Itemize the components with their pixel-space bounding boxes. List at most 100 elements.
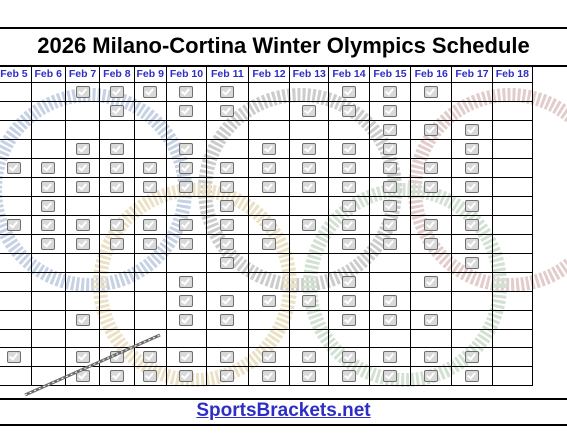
checked-checkbox-icon: [179, 294, 194, 307]
schedule-cell: [133, 215, 167, 235]
schedule-cell: [64, 253, 101, 273]
schedule-cell: [410, 177, 453, 197]
checked-checkbox-icon: [382, 369, 397, 382]
schedule-cell: [491, 215, 534, 235]
checked-checkbox-icon: [382, 142, 397, 155]
schedule-cell: [247, 366, 291, 386]
schedule-cell: [99, 215, 135, 235]
checked-checkbox-icon: [382, 180, 397, 193]
schedule-cell: [247, 82, 291, 102]
event-row: [0, 234, 534, 254]
checked-checkbox-icon: [424, 237, 439, 250]
schedule-cell: [0, 120, 32, 140]
checked-checkbox-icon: [143, 218, 158, 231]
checked-checkbox-icon: [179, 85, 194, 98]
schedule-sheet: 2026 Milano-Cortina Winter Olympics Sche…: [0, 0, 567, 436]
schedule-cell: [328, 272, 370, 292]
checked-checkbox-icon: [341, 85, 356, 98]
checked-checkbox-icon: [262, 161, 276, 174]
event-row: [0, 158, 534, 178]
checked-checkbox-icon: [109, 237, 124, 250]
checked-checkbox-icon: [75, 161, 90, 174]
schedule-cell: [289, 120, 330, 140]
schedule-cell: [451, 366, 493, 386]
checked-checkbox-icon: [41, 199, 56, 212]
checked-checkbox-icon: [382, 123, 397, 136]
schedule-cell: [451, 120, 493, 140]
checked-checkbox-icon: [41, 237, 56, 250]
schedule-cell: [64, 272, 101, 292]
schedule-cell: [30, 329, 66, 348]
schedule-cell: [451, 347, 493, 367]
schedule-cell: [64, 158, 101, 178]
schedule-cell: [99, 329, 135, 348]
schedule-cell: [133, 310, 167, 330]
checked-checkbox-icon: [75, 350, 90, 363]
checked-checkbox-icon: [109, 180, 124, 193]
schedule-cell: [368, 82, 412, 102]
date-header: Feb 6: [30, 65, 66, 83]
checked-checkbox-icon: [465, 256, 480, 269]
checked-checkbox-icon: [179, 161, 194, 174]
checked-checkbox-icon: [262, 142, 276, 155]
schedule-cell: [491, 196, 534, 216]
schedule-cell: [451, 158, 493, 178]
checked-checkbox-icon: [424, 85, 439, 98]
checked-checkbox-icon: [465, 142, 480, 155]
checked-checkbox-icon: [424, 350, 439, 363]
schedule-cell: [64, 215, 101, 235]
schedule-cell: [410, 272, 453, 292]
schedule-cell: [247, 234, 291, 254]
schedule-cell: [206, 120, 249, 140]
schedule-cell: [410, 253, 453, 273]
schedule-cell: [206, 101, 249, 121]
schedule-cell: [64, 139, 101, 159]
schedule-cell: [410, 310, 453, 330]
schedule-cell: [368, 101, 412, 121]
event-row: [0, 272, 534, 292]
schedule-cell: [206, 177, 249, 197]
checked-checkbox-icon: [424, 218, 439, 231]
schedule-cell: [451, 215, 493, 235]
checked-checkbox-icon: [262, 369, 276, 382]
schedule-cell: [247, 291, 291, 311]
checked-checkbox-icon: [41, 180, 56, 193]
checked-checkbox-icon: [465, 218, 480, 231]
schedule-cell: [165, 158, 208, 178]
checked-checkbox-icon: [465, 237, 480, 250]
schedule-cell: [165, 215, 208, 235]
schedule-cell: [368, 366, 412, 386]
checked-checkbox-icon: [382, 218, 397, 231]
schedule-cell: [99, 82, 135, 102]
event-row: [0, 347, 534, 367]
checked-checkbox-icon: [143, 180, 158, 193]
schedule-cell: [206, 310, 249, 330]
schedule-cell: [247, 177, 291, 197]
schedule-cell: [247, 347, 291, 367]
checked-checkbox-icon: [424, 123, 439, 136]
schedule-cell: [289, 82, 330, 102]
schedule-cell: [410, 347, 453, 367]
event-row: [0, 310, 534, 330]
date-header: Feb 17: [451, 65, 493, 83]
schedule-cell: [328, 366, 370, 386]
checked-checkbox-icon: [341, 104, 356, 117]
checked-checkbox-icon: [75, 237, 90, 250]
schedule-cell: [133, 177, 167, 197]
sportsbrackets-link[interactable]: SportsBrackets.net: [0, 399, 567, 423]
schedule-cell: [133, 158, 167, 178]
schedule-cell: [410, 366, 453, 386]
schedule-cell: [368, 272, 412, 292]
schedule-cell: [0, 82, 32, 102]
schedule-cell: [289, 310, 330, 330]
schedule-cell: [491, 120, 534, 140]
checked-checkbox-icon: [75, 313, 90, 326]
schedule-cell: [30, 120, 66, 140]
schedule-cell: [491, 82, 534, 102]
schedule-cell: [368, 291, 412, 311]
checked-checkbox-icon: [424, 313, 439, 326]
schedule-cell: [99, 158, 135, 178]
schedule-cell: [328, 82, 370, 102]
schedule-cell: [64, 347, 101, 367]
checked-checkbox-icon: [220, 104, 235, 117]
